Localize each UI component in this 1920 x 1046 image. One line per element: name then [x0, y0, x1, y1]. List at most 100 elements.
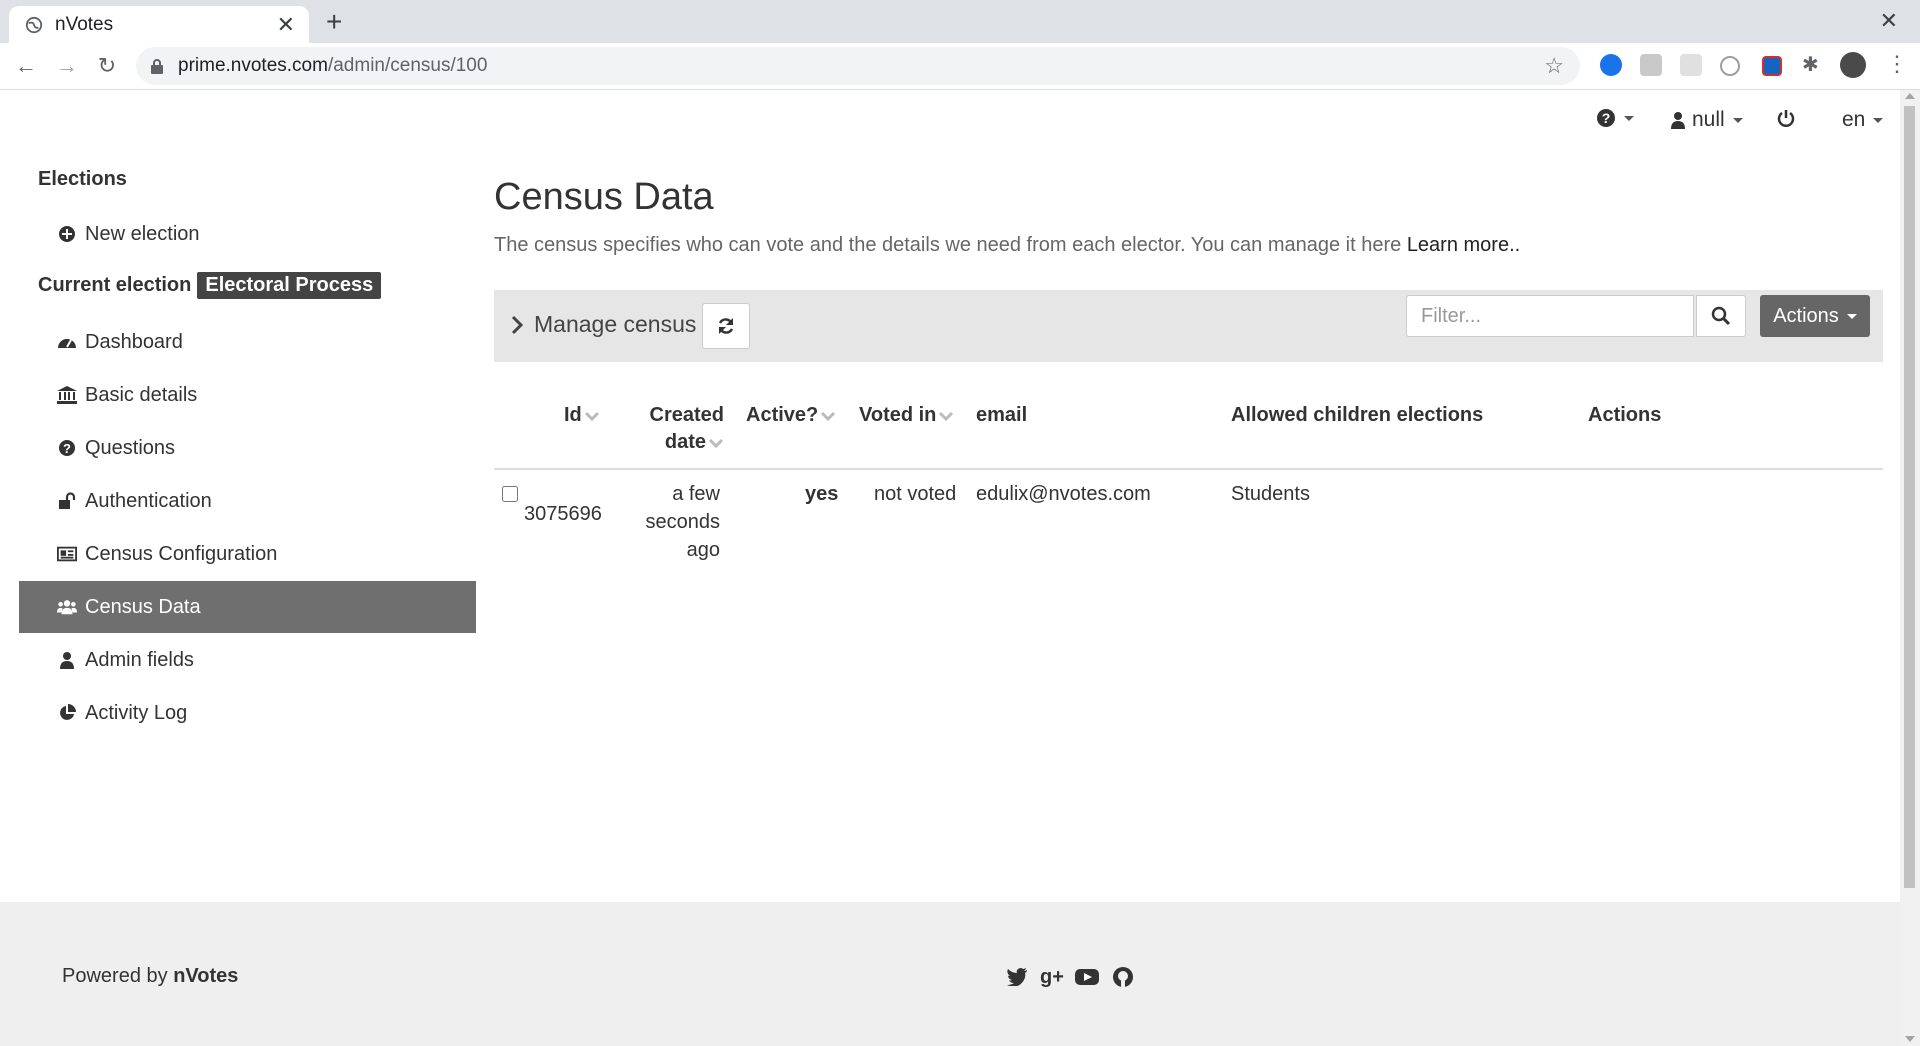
manage-census-label: Manage census	[534, 311, 697, 337]
sidebar-item-label: Authentication	[85, 489, 212, 512]
new-election-link[interactable]: New election	[19, 208, 476, 260]
column-header-voted-in[interactable]: Voted in	[859, 404, 954, 427]
actions-label: Actions	[1773, 304, 1839, 327]
tab-close-icon[interactable]: ✕	[277, 13, 295, 36]
refresh-icon	[718, 318, 734, 334]
question-circle-icon: ?	[1597, 109, 1615, 127]
user-menu[interactable]: null	[1670, 108, 1743, 132]
blank-extension-icon[interactable]	[1680, 54, 1702, 76]
created-date-line: ago	[686, 539, 720, 561]
language-label: en	[1842, 108, 1866, 131]
sidebar-item-basic-details[interactable]: Basic details	[19, 369, 476, 421]
user-icon	[1671, 112, 1685, 129]
logout-button[interactable]	[1776, 108, 1796, 128]
back-icon[interactable]: ←	[12, 53, 40, 79]
briefcase-extension-icon[interactable]	[1640, 54, 1662, 76]
google-plus-icon[interactable]: g+	[1039, 965, 1065, 989]
table-header-divider	[494, 468, 1883, 470]
address-bar[interactable]: prime.nvotes.com/admin/census/100 ☆	[136, 47, 1580, 85]
column-header-email: email	[976, 404, 1028, 426]
puzzle-extensions-icon[interactable]: ✱	[1802, 52, 1824, 76]
column-header-created-date[interactable]: Created date	[640, 404, 724, 454]
svg-text:?: ?	[1602, 110, 1611, 126]
sidebar-item-authentication[interactable]: Authentication	[19, 475, 476, 527]
row-voted: not voted	[874, 483, 957, 505]
browser-menu-icon[interactable]: ⋮	[1886, 51, 1908, 76]
column-header-label: Active?	[746, 404, 819, 426]
refresh-button[interactable]	[702, 303, 750, 349]
chevron-down-icon	[1873, 117, 1884, 123]
newspaper-icon	[57, 544, 77, 564]
search-button[interactable]	[1696, 295, 1746, 337]
bookmark-star-icon[interactable]: ☆	[1544, 53, 1564, 79]
github-icon[interactable]	[1110, 965, 1136, 989]
new-election-label: New election	[85, 222, 200, 245]
sidebar-item-dashboard[interactable]: Dashboard	[19, 316, 476, 368]
sidebar-item-census-configuration[interactable]: Census Configuration	[19, 528, 476, 580]
row-active: yes	[805, 483, 839, 505]
bookmark-extension-icon[interactable]	[1762, 56, 1782, 76]
column-header-label: date	[664, 431, 706, 453]
svg-text:?: ?	[63, 441, 71, 456]
browser-toolbar: ← → ↻ prime.nvotes.com/admin/census/100 …	[0, 43, 1920, 90]
row-allowed-children: Students	[1231, 483, 1310, 505]
profile-avatar[interactable]	[1840, 52, 1866, 78]
twitter-icon[interactable]	[1004, 965, 1030, 989]
manage-census-toggle[interactable]: Manage census	[510, 311, 696, 338]
filter-input[interactable]	[1406, 295, 1694, 337]
scrollbar-thumb[interactable]	[1904, 106, 1915, 888]
search-icon	[1711, 306, 1731, 326]
new-tab-icon[interactable]: +	[326, 8, 342, 36]
download-extension-icon[interactable]	[1600, 54, 1622, 76]
help-menu[interactable]: ?	[1596, 108, 1634, 128]
sidebar-item-label: Admin fields	[85, 648, 194, 671]
column-header-label: Created	[649, 404, 724, 426]
column-header-label: Voted in	[859, 404, 937, 426]
sidebar-item-label: Census Configuration	[85, 542, 278, 565]
footer: Powered by nVotes g+	[0, 902, 1900, 1046]
row-created-date: a few seconds ago	[620, 480, 721, 564]
tab-title: nVotes	[55, 13, 114, 35]
sidebar-item-admin-fields[interactable]: Admin fields	[19, 634, 476, 686]
scroll-down-arrow-icon[interactable]	[1905, 1036, 1915, 1042]
users-icon	[57, 597, 77, 617]
chevron-down-icon	[1732, 117, 1743, 123]
scroll-up-arrow-icon[interactable]	[1905, 93, 1915, 99]
sidebar-item-questions[interactable]: ? Questions	[19, 422, 476, 474]
row-select-checkbox[interactable]	[502, 486, 518, 502]
sort-chevron-icon	[939, 411, 954, 421]
user-icon	[57, 650, 77, 670]
sidebar-item-census-data[interactable]: Census Data	[19, 581, 476, 633]
powered-by-brand[interactable]: nVotes	[173, 965, 238, 987]
chevron-down-icon	[1846, 313, 1857, 319]
learn-more-link[interactable]: Learn more..	[1407, 234, 1520, 256]
current-election-heading: Current election Electoral Process	[38, 272, 382, 299]
column-header-active[interactable]: Active?	[746, 404, 836, 427]
question-circle-icon: ?	[57, 438, 77, 458]
column-header-label: Id	[564, 404, 582, 426]
actions-dropdown-button[interactable]: Actions	[1760, 295, 1870, 337]
browser-tab-bar: nVotes ✕ + ✕	[0, 0, 1920, 43]
reload-icon[interactable]: ↻	[93, 53, 121, 79]
lock-icon	[151, 59, 163, 74]
window-close-icon[interactable]: ✕	[1880, 8, 1898, 34]
current-election-label: Current election	[38, 274, 192, 296]
chevron-down-icon	[1624, 115, 1634, 121]
created-date-line: seconds	[645, 511, 721, 533]
sort-chevron-icon	[584, 411, 599, 421]
column-header-allowed-children: Allowed children elections	[1231, 404, 1484, 426]
forward-icon[interactable]: →	[53, 53, 81, 79]
institution-icon	[57, 385, 77, 405]
row-id: 3075696	[524, 503, 602, 525]
column-header-id[interactable]: Id	[564, 404, 600, 427]
chat-extension-icon[interactable]	[1720, 56, 1740, 76]
power-icon	[1777, 110, 1795, 127]
page-scrollbar[interactable]	[1900, 90, 1920, 1046]
page-title: Census Data	[494, 176, 714, 218]
sidebar-item-label: Basic details	[85, 383, 198, 406]
youtube-icon[interactable]	[1074, 965, 1100, 989]
browser-tab[interactable]: nVotes ✕	[9, 6, 309, 43]
description-text: The census specifies who can vote and th…	[494, 234, 1402, 256]
language-menu[interactable]: en	[1842, 108, 1884, 132]
sidebar-item-activity-log[interactable]: Activity Log	[19, 687, 476, 739]
